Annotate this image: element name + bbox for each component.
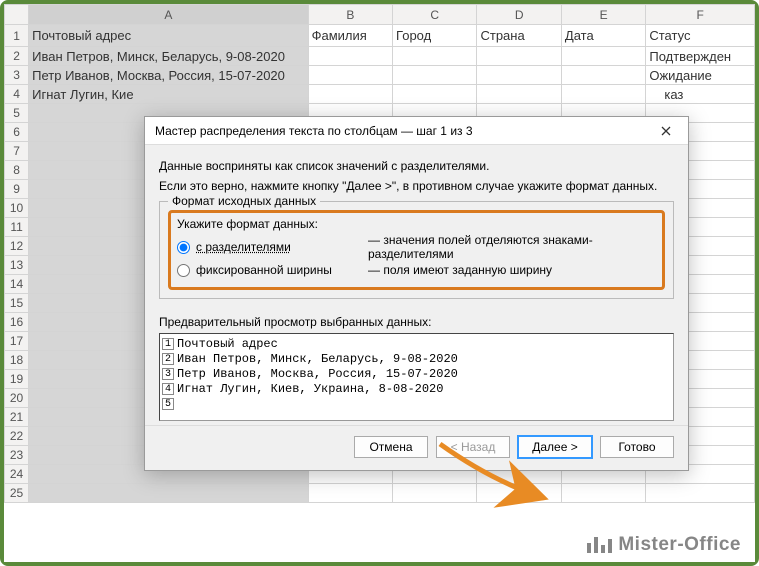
- cell[interactable]: [308, 66, 392, 85]
- close-icon: [661, 126, 671, 136]
- radio-delimited-desc: — значения полей отделяются знаками-разд…: [368, 233, 656, 261]
- cell[interactable]: [561, 484, 645, 503]
- row-header[interactable]: 17: [5, 332, 29, 351]
- row-header[interactable]: 14: [5, 275, 29, 294]
- preview-box[interactable]: 1Почтовый адрес2Иван Петров, Минск, Бела…: [159, 333, 674, 421]
- row-header[interactable]: 19: [5, 370, 29, 389]
- row-header[interactable]: 21: [5, 408, 29, 427]
- cell[interactable]: [393, 85, 477, 104]
- row-header[interactable]: 4: [5, 85, 29, 104]
- spreadsheet-grid[interactable]: A B C D E F 1 Почтовый адрес Фамилия Гор…: [4, 4, 755, 104]
- row-header[interactable]: 22: [5, 427, 29, 446]
- cancel-button[interactable]: Отмена: [354, 436, 428, 458]
- cell[interactable]: [477, 484, 561, 503]
- row-header[interactable]: 6: [5, 123, 29, 142]
- cell[interactable]: [477, 85, 561, 104]
- cell[interactable]: Страна: [477, 25, 561, 47]
- row-header[interactable]: 10: [5, 199, 29, 218]
- radio-delimited-input[interactable]: [177, 241, 190, 254]
- cell[interactable]: [29, 484, 308, 503]
- row-header[interactable]: 13: [5, 256, 29, 275]
- next-button[interactable]: Далее >: [518, 436, 592, 458]
- cell[interactable]: Город: [393, 25, 477, 47]
- col-header-F[interactable]: F: [646, 5, 755, 25]
- source-format-fieldset: Формат исходных данных Укажите формат да…: [159, 201, 674, 299]
- preview-row: 5: [162, 396, 671, 411]
- dialog-title: Мастер распределения текста по столбцам …: [155, 124, 473, 138]
- row-header[interactable]: 24: [5, 465, 29, 484]
- row-header[interactable]: 16: [5, 313, 29, 332]
- corner-cell[interactable]: [5, 5, 29, 25]
- cell[interactable]: [308, 484, 392, 503]
- row-header[interactable]: 9: [5, 180, 29, 199]
- finish-button[interactable]: Готово: [600, 436, 674, 458]
- col-header-A[interactable]: A: [29, 5, 308, 25]
- cell[interactable]: Фамилия: [308, 25, 392, 47]
- row-header[interactable]: 25: [5, 484, 29, 503]
- dialog-titlebar[interactable]: Мастер распределения текста по столбцам …: [145, 117, 688, 145]
- highlight-annotation: Укажите формат данных: с разделителями —…: [168, 210, 665, 290]
- row-header[interactable]: 15: [5, 294, 29, 313]
- row-header[interactable]: 20: [5, 389, 29, 408]
- text-to-columns-wizard-dialog: Мастер распределения текста по столбцам …: [144, 116, 689, 471]
- dialog-text-2: Если это верно, нажмите кнопку "Далее >"…: [159, 179, 674, 193]
- watermark: Mister-Office: [587, 534, 741, 556]
- cell[interactable]: Петр Иванов, Москва, Россия, 15-07-2020: [29, 66, 308, 85]
- cell[interactable]: [477, 66, 561, 85]
- preview-row: 4Игнат Лугин, Киев, Украина, 8-08-2020: [162, 381, 671, 396]
- preview-row: 3Петр Иванов, Москва, Россия, 15-07-2020: [162, 366, 671, 381]
- cell[interactable]: Почтовый адрес: [29, 25, 308, 47]
- preview-row: 1Почтовый адрес: [162, 336, 671, 351]
- cell[interactable]: [308, 47, 392, 66]
- radio-fixed-width-desc: — поля имеют заданную ширину: [368, 263, 552, 277]
- col-header-D[interactable]: D: [477, 5, 561, 25]
- cell[interactable]: каз: [646, 85, 755, 104]
- row-header[interactable]: 23: [5, 446, 29, 465]
- cell[interactable]: Игнат Лугин, Кие: [29, 85, 308, 104]
- cell[interactable]: [561, 47, 645, 66]
- col-header-C[interactable]: C: [393, 5, 477, 25]
- format-prompt: Укажите формат данных:: [177, 217, 656, 231]
- radio-fixed-width[interactable]: фиксированной ширины — поля имеют заданн…: [177, 263, 656, 277]
- row-header[interactable]: 7: [5, 142, 29, 161]
- radio-delimited[interactable]: с разделителями — значения полей отделяю…: [177, 233, 656, 261]
- cell[interactable]: Ожидание: [646, 66, 755, 85]
- cell[interactable]: [646, 484, 755, 503]
- cell[interactable]: [561, 66, 645, 85]
- row-header[interactable]: 1: [5, 25, 29, 47]
- row-header[interactable]: 8: [5, 161, 29, 180]
- col-header-B[interactable]: B: [308, 5, 392, 25]
- row-header[interactable]: 18: [5, 351, 29, 370]
- row-header[interactable]: 3: [5, 66, 29, 85]
- radio-fixed-width-label: фиксированной ширины: [196, 263, 332, 277]
- fieldset-legend: Формат исходных данных: [168, 194, 320, 208]
- watermark-icon: [587, 537, 612, 553]
- row-header[interactable]: 12: [5, 237, 29, 256]
- row-header[interactable]: 5: [5, 104, 29, 123]
- back-button[interactable]: < Назад: [436, 436, 510, 458]
- cell[interactable]: Иван Петров, Минск, Беларусь, 9-08-2020: [29, 47, 308, 66]
- dialog-text-1: Данные восприняты как список значений с …: [159, 159, 674, 173]
- cell[interactable]: Дата: [561, 25, 645, 47]
- cell[interactable]: [561, 85, 645, 104]
- watermark-text: Mister-Office: [618, 534, 741, 556]
- preview-label: Предварительный просмотр выбранных данны…: [159, 315, 674, 329]
- row-header[interactable]: 11: [5, 218, 29, 237]
- radio-fixed-width-input[interactable]: [177, 264, 190, 277]
- cell[interactable]: [477, 47, 561, 66]
- close-button[interactable]: [652, 120, 680, 142]
- cell[interactable]: [308, 85, 392, 104]
- cell[interactable]: [393, 47, 477, 66]
- dialog-button-row: Отмена < Назад Далее > Готово: [145, 425, 688, 470]
- cell[interactable]: Статус: [646, 25, 755, 47]
- cell[interactable]: [393, 66, 477, 85]
- preview-row: 2Иван Петров, Минск, Беларусь, 9-08-2020: [162, 351, 671, 366]
- cell[interactable]: [393, 484, 477, 503]
- cell[interactable]: Подтвержден: [646, 47, 755, 66]
- radio-delimited-label: с разделителями: [196, 240, 291, 254]
- col-header-E[interactable]: E: [561, 5, 645, 25]
- row-header[interactable]: 2: [5, 47, 29, 66]
